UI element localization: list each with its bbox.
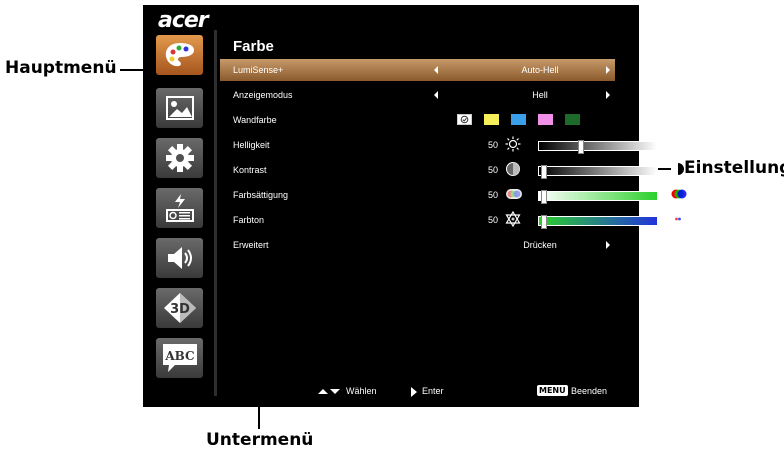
tint-slider[interactable] [538,215,658,229]
tint-low-icon [505,210,521,229]
arrow-right-icon[interactable] [606,241,610,249]
row-value: 50 [488,165,499,175]
annotation-einstellung: Einstellung [684,158,784,178]
slider-thumb[interactable] [541,215,547,229]
wall-color-blue-swatch[interactable] [511,114,526,125]
projector-icon[interactable] [156,188,203,228]
contrast-slider[interactable] [538,165,658,179]
row-label: LumiSense+ [233,65,284,75]
osd-menu: acer 3D ABC Farbe LumiSense+ Auto-Hell A… [143,5,687,407]
row-label: Helligkeit [233,140,270,150]
svg-text:3D: 3D [170,302,190,317]
row-kontrast[interactable]: Kontrast 50 [220,159,685,181]
slider-thumb[interactable] [578,140,584,154]
row-value: Auto-Hell [521,65,559,75]
acer-logo: acer [158,8,209,33]
row-value: 50 [488,140,499,150]
brightness-slider[interactable] [538,140,658,154]
saturation-low-icon [505,188,523,202]
wall-color-yellow-swatch[interactable] [484,114,499,125]
enter-arrow-icon [411,387,417,399]
3d-icon[interactable]: 3D [156,288,203,328]
saturation-high-icon [670,188,688,202]
row-helligkeit[interactable]: Helligkeit 50 [220,134,686,156]
footer-select-label: Wählen [346,386,377,396]
slider-thumb[interactable] [541,190,547,204]
wall-color-white-swatch[interactable] [457,114,472,125]
row-lumisense[interactable]: LumiSense+ Auto-Hell [220,59,615,81]
abc-language-icon[interactable]: ABC [156,338,203,378]
annotation-untermenu: Untermenü [206,430,314,450]
row-value: 50 [488,190,499,200]
wall-color-green-swatch[interactable] [565,114,580,125]
row-farbton[interactable]: Farbton 50 [220,209,686,231]
row-value: 50 [488,215,499,225]
palette-icon[interactable] [156,35,203,75]
speaker-icon[interactable] [156,238,203,278]
slider-thumb[interactable] [541,165,547,179]
up-down-icon [317,386,341,398]
row-farbsaettigung[interactable]: Farbsättigung 50 [220,184,687,206]
annotation-hauptmenu: Hauptmenü [5,58,117,78]
row-value: Hell [532,90,548,100]
arrow-left-icon[interactable] [434,66,438,74]
arrow-right-icon[interactable] [606,66,610,74]
contrast-low-icon [505,161,521,179]
footer-enter-label: Enter [422,386,444,396]
image-icon[interactable] [156,88,203,128]
row-label: Erweitert [233,240,269,250]
row-erweitert[interactable]: Erweitert Drücken [220,234,615,256]
row-value: Drücken [523,240,557,250]
arrow-right-icon[interactable] [606,91,610,99]
row-anzeigemodus[interactable]: Anzeigemodus Hell [220,84,615,106]
contrast-high-icon [670,161,686,179]
row-label: Farbsättigung [233,190,289,200]
row-label: Kontrast [233,165,267,175]
row-wandfarbe[interactable]: Wandfarbe [220,109,615,131]
arrow-left-icon[interactable] [434,91,438,99]
row-label: Anzeigemodus [233,90,293,100]
tint-high-icon [670,210,686,229]
menu-key-badge: MENU [537,385,568,396]
row-label: Wandfarbe [233,115,277,125]
submenu-title: Farbe [233,38,274,55]
row-label: Farbton [233,215,265,225]
gear-icon[interactable] [156,138,203,178]
wall-color-pink-swatch[interactable] [538,114,553,125]
brightness-high-icon [670,136,686,154]
brightness-low-icon [505,136,521,154]
svg-text:ABC: ABC [164,349,194,363]
main-menu-divider [214,30,217,396]
saturation-slider[interactable] [538,190,658,204]
footer-exit-label: Beenden [571,386,608,396]
